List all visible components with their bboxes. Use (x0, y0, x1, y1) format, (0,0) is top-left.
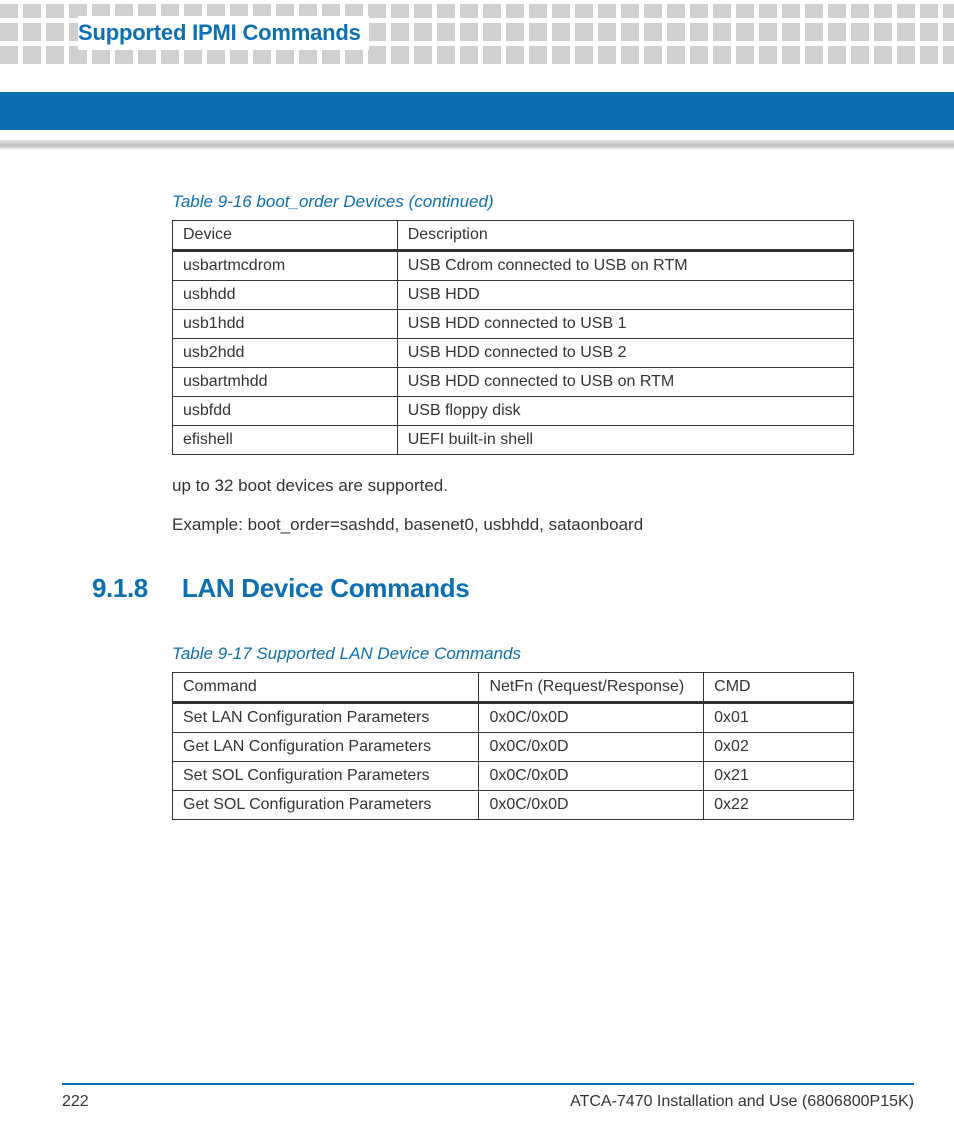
col-description: Description (397, 221, 853, 251)
cell: usbhdd (173, 281, 398, 310)
page-footer: 222 ATCA-7470 Installation and Use (6806… (62, 1083, 914, 1111)
cell: 0x0C/0x0D (479, 732, 704, 761)
table-caption-9-16: Table 9-16 boot_order Devices (continued… (172, 192, 854, 212)
cell: usbartmhdd (173, 368, 398, 397)
page-number: 222 (62, 1093, 89, 1111)
cell: Get SOL Configuration Parameters (173, 790, 479, 819)
table-row: usb1hddUSB HDD connected to USB 1 (173, 310, 854, 339)
footer-divider (62, 1083, 914, 1085)
col-command: Command (173, 672, 479, 702)
table-row: usbhddUSB HDD (173, 281, 854, 310)
table-row: usbartmhddUSB HDD connected to USB on RT… (173, 368, 854, 397)
table-lan-device-commands: Command NetFn (Request/Response) CMD Set… (172, 672, 854, 820)
cell: Set SOL Configuration Parameters (173, 761, 479, 790)
table-boot-order-devices: Device Description usbartmcdromUSB Cdrom… (172, 220, 854, 455)
cell: 0x01 (704, 702, 854, 732)
table-row: efishellUEFI built-in shell (173, 426, 854, 455)
document-title: ATCA-7470 Installation and Use (6806800P… (570, 1093, 914, 1111)
cell: usb1hdd (173, 310, 398, 339)
table-row: Device Description (173, 221, 854, 251)
table-row: Get LAN Configuration Parameters0x0C/0x0… (173, 732, 854, 761)
cell: usb2hdd (173, 339, 398, 368)
table-caption-9-17: Table 9-17 Supported LAN Device Commands (172, 644, 854, 664)
table-row: Command NetFn (Request/Response) CMD (173, 672, 854, 702)
table-row: usbfddUSB floppy disk (173, 397, 854, 426)
table-row: usb2hddUSB HDD connected to USB 2 (173, 339, 854, 368)
cell: USB HDD (397, 281, 853, 310)
page-header-title: Supported IPMI Commands (78, 16, 369, 50)
header-blue-bar (0, 92, 954, 130)
cell: usbfdd (173, 397, 398, 426)
table-row: usbartmcdromUSB Cdrom connected to USB o… (173, 251, 854, 281)
cell: efishell (173, 426, 398, 455)
cell: 0x22 (704, 790, 854, 819)
col-cmd: CMD (704, 672, 854, 702)
section-number: 9.1.8 (92, 573, 148, 604)
header-gray-bar (0, 140, 954, 150)
paragraph: up to 32 boot devices are supported. (172, 475, 854, 498)
cell: USB HDD connected to USB 2 (397, 339, 853, 368)
table-row: Set LAN Configuration Parameters0x0C/0x0… (173, 702, 854, 732)
cell: USB HDD connected to USB on RTM (397, 368, 853, 397)
cell: Get LAN Configuration Parameters (173, 732, 479, 761)
paragraph: Example: boot_order=sashdd, basenet0, us… (172, 514, 854, 537)
cell: 0x0C/0x0D (479, 702, 704, 732)
table-row: Set SOL Configuration Parameters0x0C/0x0… (173, 761, 854, 790)
cell: 0x21 (704, 761, 854, 790)
cell: 0x0C/0x0D (479, 790, 704, 819)
cell: usbartmcdrom (173, 251, 398, 281)
col-device: Device (173, 221, 398, 251)
cell: USB Cdrom connected to USB on RTM (397, 251, 853, 281)
cell: 0x0C/0x0D (479, 761, 704, 790)
section-heading: 9.1.8 LAN Device Commands (92, 573, 854, 604)
cell: Set LAN Configuration Parameters (173, 702, 479, 732)
cell: UEFI built-in shell (397, 426, 853, 455)
cell: USB HDD connected to USB 1 (397, 310, 853, 339)
cell: 0x02 (704, 732, 854, 761)
cell: USB floppy disk (397, 397, 853, 426)
col-netfn: NetFn (Request/Response) (479, 672, 704, 702)
table-row: Get SOL Configuration Parameters0x0C/0x0… (173, 790, 854, 819)
section-title: LAN Device Commands (182, 573, 470, 604)
